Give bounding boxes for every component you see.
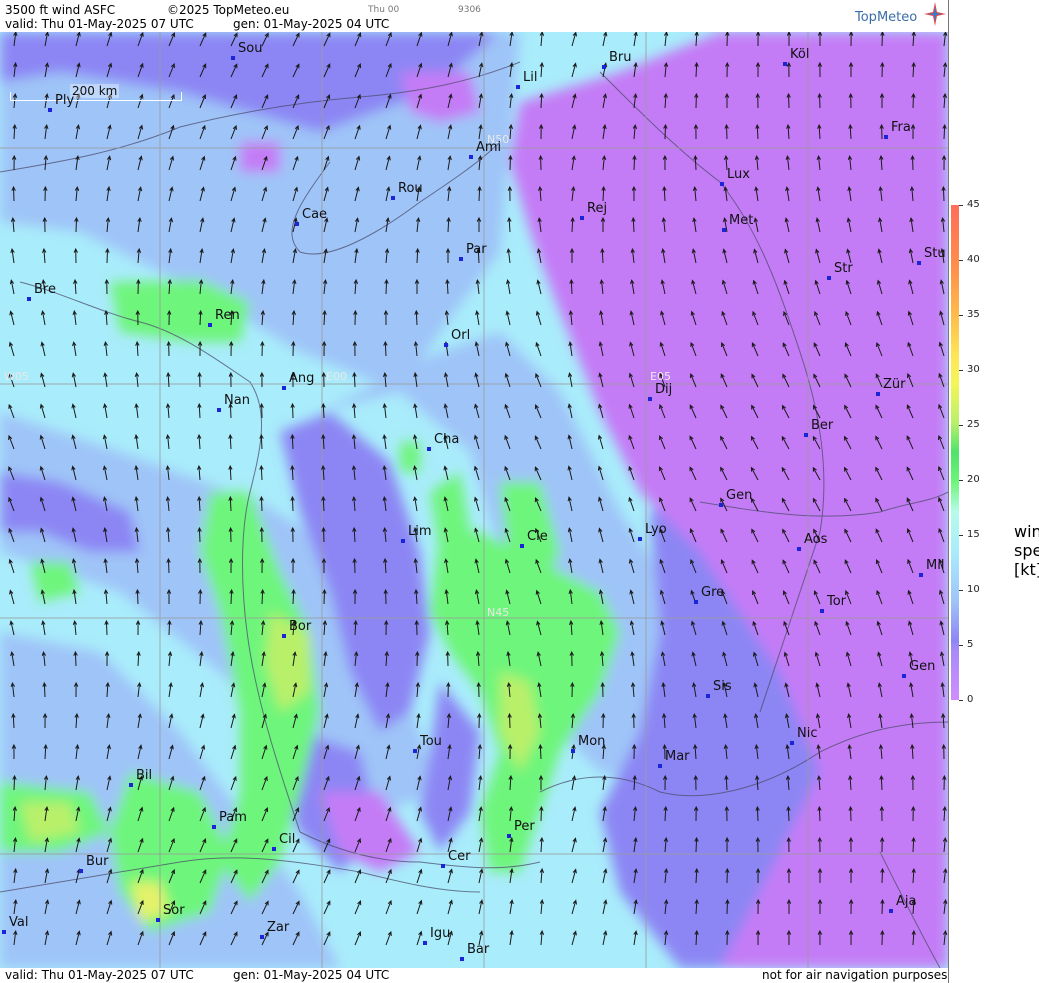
city-marker — [520, 544, 524, 548]
city-marker — [790, 741, 794, 745]
city-marker — [212, 825, 216, 829]
legend-tick: 30 — [967, 364, 980, 375]
city-marker — [129, 783, 133, 787]
city-marker — [876, 392, 880, 396]
city-marker — [638, 537, 642, 541]
city-marker — [516, 85, 520, 89]
wind-field — [0, 32, 948, 968]
footer-gen-time: gen: 01-May-2025 04 UTC — [233, 968, 390, 982]
footer-valid-time: valid: Thu 01-May-2025 07 UTC — [5, 968, 194, 982]
city-marker — [919, 573, 923, 577]
city-marker — [444, 343, 448, 347]
legend-tick-mark — [959, 370, 963, 371]
legend-tick: 25 — [967, 419, 980, 430]
city-marker — [658, 764, 662, 768]
legend-tick: 0 — [967, 694, 974, 705]
grid-label-n45: N45 — [487, 606, 510, 619]
city-marker — [282, 386, 286, 390]
valid-time: valid: Thu 01-May-2025 07 UTC — [5, 17, 194, 31]
city-marker — [460, 957, 464, 961]
city-marker — [889, 909, 893, 913]
color-scale-bar — [951, 205, 959, 700]
grid-label-e00: E00 — [326, 370, 347, 383]
product-title: 3500 ft wind ASFC — [5, 3, 116, 17]
topmeteo-logo[interactable]: TopMeteo — [855, 10, 917, 25]
scale-bar: 200 km — [10, 84, 182, 102]
city-marker — [580, 216, 584, 220]
city-marker — [2, 930, 6, 934]
city-marker — [469, 155, 473, 159]
city-marker — [459, 257, 463, 261]
header: 3500 ft wind ASFC ©2025 TopMeteo.eu Thu … — [0, 0, 948, 32]
day-label: Thu 00 — [368, 5, 400, 15]
city-marker — [827, 276, 831, 280]
city-marker — [720, 182, 724, 186]
city-marker — [917, 261, 921, 265]
legend-tick: 40 — [967, 254, 980, 265]
city-marker — [27, 297, 31, 301]
legend-tick-mark — [959, 700, 963, 701]
city-marker — [427, 447, 431, 451]
gen-time: gen: 01-May-2025 04 UTC — [233, 17, 390, 31]
city-marker — [272, 847, 276, 851]
legend-tick: 35 — [967, 309, 980, 320]
legend-tick-mark — [959, 315, 963, 316]
city-marker — [602, 65, 606, 69]
city-marker — [571, 749, 575, 753]
legend-unit-label: wind speed [kt] — [1014, 522, 1039, 579]
city-marker — [48, 108, 52, 112]
city-marker — [783, 62, 787, 66]
legend-tick: 20 — [967, 474, 980, 485]
legend-tick-mark — [959, 425, 963, 426]
wind-map[interactable]: 200 km N50 N45 W05 E00 E05 Sou Lil Bru K… — [0, 32, 948, 968]
city-marker — [208, 323, 212, 327]
city-marker — [260, 935, 264, 939]
copyright: ©2025 TopMeteo.eu — [167, 3, 290, 17]
city-marker — [423, 941, 427, 945]
city-marker — [804, 433, 808, 437]
city-marker — [902, 674, 906, 678]
city-marker — [295, 222, 299, 226]
city-marker — [884, 135, 888, 139]
legend: 45 40 35 30 25 20 15 10 5 0 — [948, 0, 1039, 983]
city-marker — [694, 600, 698, 604]
city-marker — [648, 397, 652, 401]
city-marker — [719, 503, 723, 507]
code-label: 9306 — [458, 5, 481, 15]
disclaimer: not for air navigation purposes — [762, 968, 948, 982]
footer: valid: Thu 01-May-2025 07 UTC gen: 01-Ma… — [0, 968, 948, 983]
legend-tick: 5 — [967, 639, 974, 650]
grid-label-w05: W05 — [4, 370, 29, 383]
legend-tick-mark — [959, 205, 963, 206]
legend-tick: 45 — [967, 199, 980, 210]
legend-tick-mark — [959, 260, 963, 261]
legend-tick: 10 — [967, 584, 980, 595]
city-marker — [79, 869, 83, 873]
city-marker — [820, 609, 824, 613]
city-marker — [413, 749, 417, 753]
city-marker — [441, 864, 445, 868]
scale-bar-label: 200 km — [70, 84, 120, 98]
legend-tick-mark — [959, 535, 963, 536]
city-marker — [797, 547, 801, 551]
city-marker — [722, 228, 726, 232]
city-marker — [391, 196, 395, 200]
compass-star-icon — [924, 2, 946, 26]
legend-tick-mark — [959, 480, 963, 481]
city-marker — [282, 634, 286, 638]
city-marker — [156, 918, 160, 922]
city-marker — [217, 408, 221, 412]
city-marker — [231, 56, 235, 60]
city-marker — [706, 694, 710, 698]
city-marker — [507, 834, 511, 838]
legend-tick-mark — [959, 645, 963, 646]
legend-tick-mark — [959, 590, 963, 591]
city-marker — [401, 539, 405, 543]
legend-tick: 15 — [967, 529, 980, 540]
